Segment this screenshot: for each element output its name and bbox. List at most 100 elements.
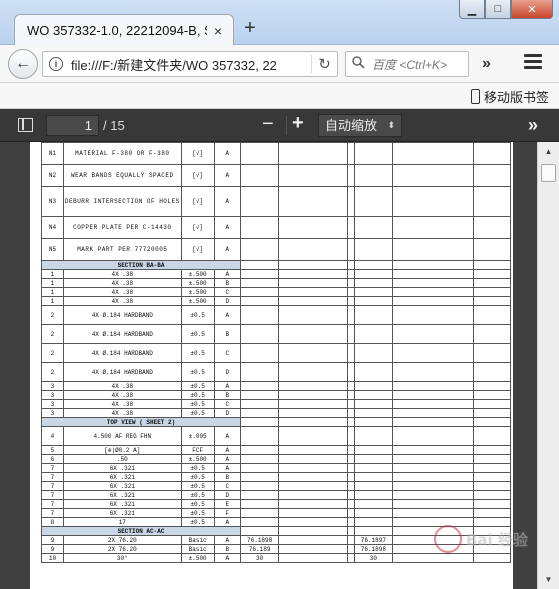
- table-cell: [278, 454, 348, 464]
- sidebar-toggle-icon[interactable]: [18, 118, 33, 132]
- table-cell: [√]: [180, 164, 215, 187]
- table-cell: 7: [41, 463, 64, 473]
- table-cell: [346, 216, 355, 239]
- scroll-up-arrow-icon[interactable]: ▲: [541, 144, 556, 159]
- table-cell: [⊕|Ø0.2 A]: [62, 445, 182, 455]
- table-cell: [346, 490, 355, 500]
- table-cell: [240, 362, 280, 382]
- hamburger-menu-icon[interactable]: [524, 54, 542, 72]
- table-cell: N3: [41, 186, 64, 217]
- table-cell: N2: [41, 164, 64, 187]
- table-row: 3 4X .38 ±0.5 D: [41, 408, 511, 418]
- table-cell: [240, 305, 280, 325]
- table-cell: B: [213, 324, 242, 344]
- page-number-input[interactable]: 1: [46, 115, 99, 136]
- table-cell: [240, 445, 280, 455]
- table-cell: 3: [41, 390, 64, 400]
- vertical-scrollbar[interactable]: ▲ ▼: [537, 142, 559, 589]
- search-input[interactable]: 百度 <Ctrl+K>: [345, 51, 469, 77]
- table-cell: 4X .38: [62, 390, 182, 400]
- table-cell: [√]: [180, 142, 215, 165]
- table-cell: [353, 296, 393, 306]
- table-cell: [391, 381, 475, 391]
- tools-chevron-icon[interactable]: »: [528, 115, 538, 136]
- address-bar[interactable]: i file:///F:/新建文件夹/WO 357332, 22 ↻: [42, 51, 338, 77]
- table-row: 1 4X .38 ±.500 B: [41, 278, 511, 288]
- table-cell: ±0.5: [180, 305, 215, 325]
- table-cell: [353, 142, 393, 165]
- table-cell: [240, 390, 280, 400]
- table-cell: [240, 408, 280, 418]
- table-cell: [473, 269, 511, 279]
- table-cell: A: [213, 305, 242, 325]
- table-cell: 2: [41, 324, 64, 344]
- table-cell: [346, 269, 355, 279]
- table-cell: ±0.5: [180, 481, 215, 491]
- table-cell: [353, 499, 393, 509]
- browser-tab[interactable]: WO 357332-1.0, 22212094-B, S ×: [14, 14, 234, 46]
- url-text[interactable]: file:///F:/新建文件夹/WO 357332, 22: [71, 55, 311, 74]
- table-cell: [278, 508, 348, 518]
- scroll-down-arrow-icon[interactable]: ▼: [541, 572, 556, 587]
- zoom-in-button[interactable]: +: [292, 112, 304, 135]
- table-cell: [473, 296, 511, 306]
- table-cell: [473, 508, 511, 518]
- scrollbar-thumb[interactable]: [541, 164, 556, 182]
- baidu-watermark: Bai 经验: [434, 525, 528, 553]
- table-cell: [278, 186, 348, 217]
- table-cell: A: [213, 463, 242, 473]
- table-cell: N5: [41, 238, 64, 261]
- table-cell: ±0.5: [180, 508, 215, 518]
- table-cell: [278, 260, 348, 270]
- table-cell: 2: [41, 305, 64, 325]
- table-cell: [278, 381, 348, 391]
- section-title: TOP VIEW ( SHEET 2): [40, 417, 242, 427]
- reload-icon[interactable]: ↻: [311, 55, 337, 73]
- table-cell: [473, 445, 511, 455]
- table-cell: [391, 269, 475, 279]
- table-cell: [√]: [180, 186, 215, 217]
- table-cell: 4.500 AF REG FHN: [62, 426, 182, 446]
- table-cell: [346, 481, 355, 491]
- table-cell: [473, 481, 511, 491]
- minimize-button[interactable]: ▁: [459, 0, 485, 19]
- table-cell: [391, 296, 475, 306]
- table-cell: F: [213, 508, 242, 518]
- table-cell: 3: [41, 399, 64, 409]
- table-row: 5 [⊕|Ø0.2 A] FCF A: [41, 445, 511, 455]
- table-cell: 3: [41, 408, 64, 418]
- table-row: 3 4X .38 ±0.5 B: [41, 390, 511, 400]
- document-viewer[interactable]: N1 MATERIAL F-380 OR F-380 [√] A N2 WEAR BAND…: [0, 142, 537, 589]
- mobile-bookmarks-link[interactable]: 移动版书签: [470, 87, 549, 106]
- table-cell: [473, 343, 511, 363]
- table-cell: ±.500: [180, 553, 215, 563]
- new-tab-button[interactable]: +: [240, 17, 260, 40]
- close-tab-icon[interactable]: ×: [211, 23, 225, 39]
- table-cell: [473, 278, 511, 288]
- close-window-button[interactable]: ✕: [511, 0, 553, 19]
- table-cell: [240, 278, 280, 288]
- zoom-select[interactable]: 自动缩放 ⬍: [318, 114, 402, 137]
- back-button[interactable]: ←: [8, 49, 38, 79]
- table-cell: 76.1898: [240, 535, 280, 545]
- table-cell: [240, 216, 280, 239]
- table-row: 1 4X .38 ±.500 A: [41, 269, 511, 279]
- table-cell: [353, 517, 393, 527]
- table-row: 6.50 ±.500 A: [41, 454, 511, 464]
- table-cell: MATERIAL F-380 OR F-380: [62, 142, 182, 165]
- table-cell: [473, 238, 511, 261]
- table-cell: [353, 260, 393, 270]
- table-cell: [278, 390, 348, 400]
- table-cell: A: [213, 216, 242, 239]
- table-cell: [473, 399, 511, 409]
- table-cell: [346, 463, 355, 473]
- table-cell: [278, 553, 348, 563]
- overflow-chevron-icon[interactable]: »: [482, 55, 491, 73]
- maximize-button[interactable]: □: [485, 0, 511, 19]
- table-cell: E: [213, 499, 242, 509]
- table-cell: [346, 260, 355, 270]
- table-cell: [278, 287, 348, 297]
- table-cell: [353, 490, 393, 500]
- info-icon[interactable]: i: [49, 57, 63, 71]
- zoom-out-button[interactable]: −: [262, 113, 274, 136]
